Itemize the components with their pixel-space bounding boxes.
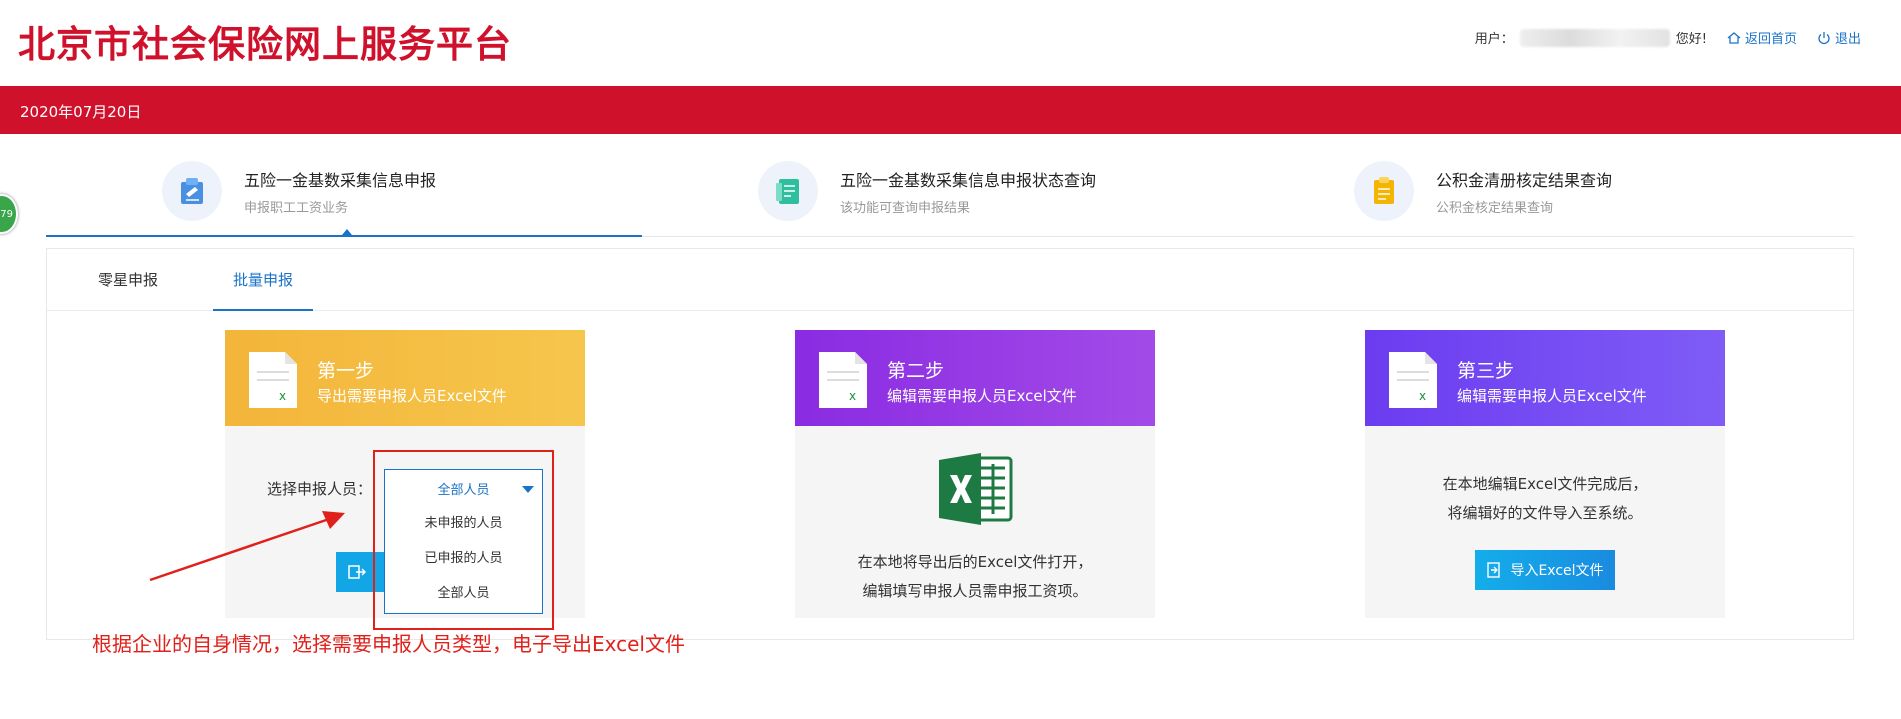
redacted-username <box>1519 28 1670 47</box>
step-description: 编辑需要申报人员Excel文件 <box>1457 387 1647 405</box>
greeting: 您好! <box>1675 32 1707 47</box>
step-card-3: x 第三步 编辑需要申报人员Excel文件 在本地编辑Excel文件完成后， 将… <box>1365 330 1725 618</box>
step3-line1: 在本地编辑Excel文件完成后， <box>1442 475 1648 493</box>
feature-subtitle: 公积金核定结果查询 <box>1436 200 1554 216</box>
document-list-icon <box>758 161 818 221</box>
feature-title: 公积金清册核定结果查询 <box>1436 170 1613 190</box>
feature-subtitle: 申报职工工资业务 <box>244 200 349 216</box>
home-icon <box>1727 31 1741 44</box>
step3-line2: 将编辑好的文件导入至系统。 <box>1447 504 1643 522</box>
step-description: 编辑需要申报人员Excel文件 <box>887 387 1077 405</box>
user-area: 用户： 您好! 返回首页 退出 <box>1475 28 1861 47</box>
svg-text:x: x <box>849 389 856 403</box>
excel-file-icon: x <box>819 352 867 408</box>
nav-active-indicator <box>46 235 642 237</box>
import-excel-button[interactable]: 导入Excel文件 <box>1475 550 1615 590</box>
step-title: 第二步 <box>887 360 945 382</box>
step-title: 第一步 <box>317 360 375 382</box>
power-icon <box>1818 31 1830 44</box>
feature-item-declare[interactable]: 五险一金基数采集信息申报 申报职工工资业务 <box>162 152 436 230</box>
tab-bar: 零星申报 批量申报 <box>47 249 1853 311</box>
select-person-label: 选择申报人员： <box>267 480 373 498</box>
step-description: 导出需要申报人员Excel文件 <box>317 387 507 405</box>
step-card-header: x 第三步 编辑需要申报人员Excel文件 <box>1365 330 1725 426</box>
svg-text:x: x <box>1419 389 1426 403</box>
feature-title: 五险一金基数采集信息申报状态查询 <box>840 170 1097 190</box>
date-bar: 2020年07月20日 <box>0 86 1901 134</box>
current-date: 2020年07月20日 <box>20 103 142 121</box>
step3-instructions: 在本地编辑Excel文件完成后， 将编辑好的文件导入至系统。 <box>1365 470 1725 528</box>
tab-batch-declare[interactable]: 批量申报 <box>213 249 313 311</box>
user-prefix: 用户： <box>1474 32 1514 47</box>
declare-form-icon <box>162 161 222 221</box>
side-float-badge[interactable]: 79 <box>0 194 18 234</box>
annotation-arrow-icon <box>149 511 345 582</box>
tab-single-declare[interactable]: 零星申报 <box>73 249 183 311</box>
feature-item-fund-query[interactable]: 公积金清册核定结果查询 公积金核定结果查询 <box>1354 152 1612 230</box>
import-button-label: 导入Excel文件 <box>1510 563 1604 579</box>
step-card-header: x 第一步 导出需要申报人员Excel文件 <box>225 330 585 426</box>
svg-text:x: x <box>279 389 286 403</box>
highlight-box <box>373 450 554 630</box>
feature-item-status-query[interactable]: 五险一金基数采集信息申报状态查询 该功能可查询申报结果 <box>758 152 1096 230</box>
header: 北京市社会保险网上服务平台 用户： 您好! 返回首页 退出 <box>0 0 1901 86</box>
import-icon <box>1487 562 1501 578</box>
home-link[interactable]: 返回首页 <box>1727 28 1797 47</box>
nav-caret-icon <box>342 229 352 235</box>
step2-line1: 在本地将导出后的Excel文件打开， <box>857 553 1093 571</box>
excel-file-icon: x <box>1389 352 1437 408</box>
feature-subtitle: 该功能可查询申报结果 <box>840 200 971 216</box>
excel-logo-icon <box>939 453 1013 525</box>
step-card-2: x 第二步 编辑需要申报人员Excel文件 在本地将导出后的Excel文件打开，… <box>795 330 1155 618</box>
clipboard-icon <box>1354 161 1414 221</box>
step-card-header: x 第二步 编辑需要申报人员Excel文件 <box>795 330 1155 426</box>
step2-line2: 编辑填写申报人员需申报工资项。 <box>862 582 1088 600</box>
logout-link[interactable]: 退出 <box>1817 28 1861 47</box>
site-title: 北京市社会保险网上服务平台 <box>18 23 512 66</box>
annotation-text: 根据企业的自身情况，选择需要申报人员类型，电子导出Excel文件 <box>92 632 685 656</box>
step2-instructions: 在本地将导出后的Excel文件打开， 编辑填写申报人员需申报工资项。 <box>795 548 1155 606</box>
step-title: 第三步 <box>1457 360 1515 382</box>
feature-nav: 五险一金基数采集信息申报 申报职工工资业务 五险一金基数采集信息申报状态查询 该… <box>46 144 1854 240</box>
feature-title: 五险一金基数采集信息申报 <box>244 170 437 190</box>
excel-file-icon: x <box>249 352 297 408</box>
home-link-label: 返回首页 <box>1744 32 1797 47</box>
logout-link-label: 退出 <box>1834 32 1861 47</box>
